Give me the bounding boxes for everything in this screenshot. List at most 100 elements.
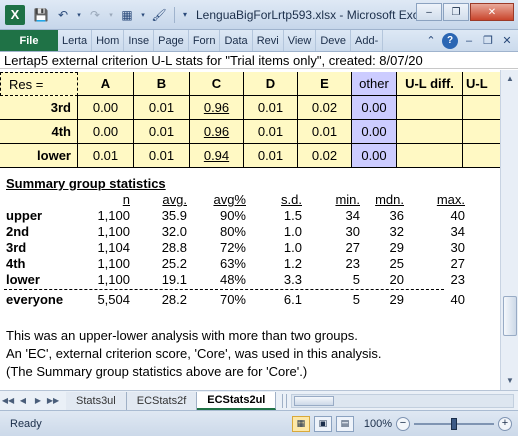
col-header-ul-diff[interactable]: U-L diff. bbox=[397, 72, 463, 96]
format-painter-icon[interactable]: 🖌 bbox=[149, 5, 169, 25]
tab-view[interactable]: View bbox=[284, 30, 317, 51]
summary-col-header[interactable]: s.d. bbox=[281, 192, 302, 208]
scroll-up-icon[interactable]: ▲ bbox=[503, 72, 517, 86]
summary-col-header[interactable]: n bbox=[123, 192, 130, 208]
summary-cell[interactable]: 20 bbox=[390, 272, 404, 288]
cell[interactable]: 0.01 bbox=[244, 120, 298, 144]
summary-cell[interactable]: 35.9 bbox=[162, 208, 187, 224]
summary-row-label[interactable]: lower bbox=[6, 272, 40, 288]
next-sheet-icon[interactable]: ▶ bbox=[31, 394, 45, 408]
tab-formulas[interactable]: Forn bbox=[189, 30, 221, 51]
summary-cell[interactable]: 30 bbox=[451, 240, 465, 256]
summary-cell[interactable]: 30 bbox=[346, 224, 360, 240]
summary-cell[interactable]: 28.8 bbox=[162, 240, 187, 256]
summary-col-header[interactable]: avg. bbox=[162, 192, 187, 208]
horizontal-scrollbar[interactable] bbox=[291, 393, 514, 408]
file-tab[interactable]: File bbox=[0, 30, 58, 51]
col-header-other[interactable]: other bbox=[352, 72, 397, 96]
summary-row-label[interactable]: 4th bbox=[6, 256, 26, 272]
cell[interactable]: 0.02 bbox=[298, 96, 352, 120]
cell[interactable]: 0.00 bbox=[78, 96, 134, 120]
cell[interactable]: 0.02 bbox=[298, 144, 352, 168]
keyed-cell[interactable]: 0.94 bbox=[190, 144, 244, 168]
keyed-cell[interactable]: 0.96 bbox=[190, 96, 244, 120]
col-header-d[interactable]: D bbox=[244, 72, 298, 96]
summary-cell[interactable]: 80% bbox=[220, 224, 246, 240]
summary-cell[interactable]: 27 bbox=[346, 240, 360, 256]
ul-diff-cell[interactable] bbox=[397, 96, 463, 120]
summary-cell[interactable]: 25 bbox=[390, 256, 404, 272]
summary-col-header[interactable]: max. bbox=[437, 192, 465, 208]
summary-cell[interactable]: 19.1 bbox=[162, 272, 187, 288]
summary-col-header[interactable]: min. bbox=[335, 192, 360, 208]
summary-row-label[interactable]: 3rd bbox=[6, 240, 26, 256]
summary-cell[interactable]: 3.3 bbox=[284, 272, 302, 288]
zoom-level[interactable]: 100% bbox=[364, 418, 392, 430]
summary-cell[interactable]: 1,104 bbox=[97, 240, 130, 256]
close-workbook-icon[interactable]: ✕ bbox=[499, 33, 515, 49]
first-sheet-icon[interactable]: ◀◀ bbox=[1, 394, 15, 408]
excel-logo-icon[interactable]: X bbox=[5, 4, 25, 25]
other-cell[interactable]: 0.00 bbox=[352, 96, 397, 120]
vertical-scroll-thumb[interactable] bbox=[503, 296, 517, 336]
ul-diff-cell[interactable] bbox=[397, 144, 463, 168]
summary-col-header[interactable]: avg% bbox=[213, 192, 246, 208]
summary-row-label[interactable]: upper bbox=[6, 208, 42, 224]
tab-lertap[interactable]: Lerta bbox=[58, 30, 93, 51]
ul-cell[interactable] bbox=[463, 144, 500, 168]
summary-cell[interactable]: 40 bbox=[451, 292, 465, 308]
summary-cell[interactable]: 36 bbox=[390, 208, 404, 224]
summary-cell[interactable]: 1.5 bbox=[284, 208, 302, 224]
summary-cell[interactable]: 28.2 bbox=[162, 292, 187, 308]
customize-qat-icon[interactable]: ▾ bbox=[180, 5, 190, 25]
summary-cell[interactable]: 27 bbox=[451, 256, 465, 272]
summary-cell[interactable]: 48% bbox=[220, 272, 246, 288]
normal-view-icon[interactable]: ▦ bbox=[291, 415, 310, 432]
summary-cell[interactable]: 1,100 bbox=[97, 208, 130, 224]
summary-cell[interactable]: 5 bbox=[353, 272, 360, 288]
sheet-tab-stats3ul[interactable]: Stats3ul bbox=[66, 391, 127, 410]
summary-col-header[interactable]: mdn. bbox=[375, 192, 404, 208]
summary-cell[interactable]: 29 bbox=[390, 292, 404, 308]
summary-cell[interactable]: 32 bbox=[390, 224, 404, 240]
horizontal-scroll-thumb[interactable] bbox=[294, 395, 335, 406]
summary-cell[interactable]: 5 bbox=[353, 292, 360, 308]
restore-workbook-icon[interactable]: ❐ bbox=[480, 33, 496, 49]
undo-icon[interactable]: ↶ bbox=[53, 5, 73, 25]
header-cell-text[interactable]: Lertap5 external criterion U-L stats for… bbox=[0, 53, 518, 69]
summary-cell[interactable]: 72% bbox=[220, 240, 246, 256]
summary-cell[interactable]: 63% bbox=[220, 256, 246, 272]
summary-cell[interactable]: 90% bbox=[220, 208, 246, 224]
note-line[interactable]: This was an upper-lower analysis with mo… bbox=[6, 328, 358, 343]
summary-cell[interactable]: 34 bbox=[346, 208, 360, 224]
summary-cell[interactable]: 34 bbox=[451, 224, 465, 240]
sheet-tab-ecstats2f[interactable]: ECStats2f bbox=[126, 391, 198, 410]
tab-insert[interactable]: Inse bbox=[124, 30, 155, 51]
worksheet-area[interactable]: Res = A B C D E other U-L diff. U-L 3rd … bbox=[0, 70, 500, 390]
col-header-c[interactable]: C bbox=[190, 72, 244, 96]
tab-split-handle[interactable] bbox=[282, 393, 288, 408]
summary-cell[interactable]: 23 bbox=[346, 256, 360, 272]
ul-diff-cell[interactable] bbox=[397, 120, 463, 144]
zoom-slider[interactable] bbox=[414, 417, 494, 430]
other-cell[interactable]: 0.00 bbox=[352, 120, 397, 144]
summary-cell[interactable]: 1,100 bbox=[97, 256, 130, 272]
col-header-b[interactable]: B bbox=[134, 72, 190, 96]
page-break-view-icon[interactable]: ▤ bbox=[335, 415, 354, 432]
summary-cell[interactable]: 23 bbox=[451, 272, 465, 288]
row-label[interactable]: 3rd bbox=[0, 96, 78, 120]
zoom-in-icon[interactable]: + bbox=[498, 416, 512, 431]
summary-cell[interactable]: 40 bbox=[451, 208, 465, 224]
tab-add-ins[interactable]: Add- bbox=[351, 30, 384, 51]
cell[interactable]: 0.01 bbox=[244, 96, 298, 120]
prev-sheet-icon[interactable]: ◀ bbox=[16, 394, 30, 408]
summary-cell[interactable]: 70% bbox=[220, 292, 246, 308]
tab-home[interactable]: Hom bbox=[92, 30, 125, 51]
close-icon[interactable]: ✕ bbox=[470, 3, 514, 21]
cell[interactable]: 0.00 bbox=[78, 120, 134, 144]
cell[interactable]: 0.01 bbox=[134, 144, 190, 168]
help-icon[interactable]: ? bbox=[442, 32, 458, 49]
note-line[interactable]: (The Summary group statistics above are … bbox=[6, 364, 307, 379]
minimize-workbook-icon[interactable]: – bbox=[461, 33, 477, 49]
row-label[interactable]: lower bbox=[0, 144, 78, 168]
